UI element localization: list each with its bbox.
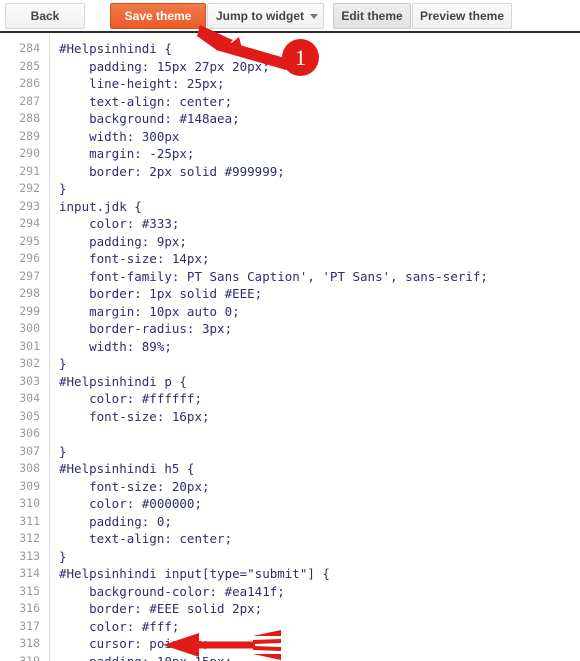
code-line[interactable]: color: #fff;: [51, 618, 580, 636]
line-number: 293: [19, 198, 40, 213]
code-editor[interactable]: 284 285 286 287 288 289 290 291 292 293 294 295 296 2…: [0, 34, 580, 661]
code-line[interactable]: background: #148aea;: [51, 110, 580, 128]
code-line[interactable]: color: #ffffff;: [51, 390, 580, 408]
line-number: 287: [19, 93, 40, 108]
code-line[interactable]: }: [51, 180, 580, 198]
line-number: 294: [19, 216, 40, 230]
code-line[interactable]: padding: 10px 15px;: [51, 653, 580, 661]
code-line[interactable]: margin: -25px;: [51, 145, 580, 163]
line-number: 286: [19, 76, 40, 90]
line-number: 290: [19, 146, 40, 160]
code-line[interactable]: #Helpsinhindi input[type="submit"] {: [51, 565, 580, 583]
code-line[interactable]: cursor: pointer;: [51, 635, 580, 653]
line-number: 299: [19, 303, 40, 318]
line-number: 303: [19, 373, 40, 388]
code-line[interactable]: }: [51, 548, 580, 566]
code-line[interactable]: border: #EEE solid 2px;: [51, 600, 580, 618]
code-line[interactable]: color: #000000;: [51, 495, 580, 513]
preview-theme-tab[interactable]: Preview theme: [412, 3, 512, 29]
line-number: 301: [19, 338, 40, 353]
line-number: 308: [19, 461, 40, 475]
code-line[interactable]: border-radius: 3px;: [51, 320, 580, 338]
back-button[interactable]: Back: [5, 3, 85, 29]
line-number: 318: [19, 636, 40, 650]
edit-theme-label: Edit theme: [341, 9, 403, 23]
code-line[interactable]: line-height: 25px;: [51, 75, 580, 93]
code-line[interactable]: }: [51, 355, 580, 373]
code-line[interactable]: font-size: 20px;: [51, 478, 580, 496]
code-line[interactable]: width: 300px: [51, 128, 580, 146]
code-line[interactable]: #Helpsinhindi {: [51, 40, 580, 58]
line-number: 310: [19, 496, 40, 510]
line-number: 297: [19, 268, 40, 283]
code-line[interactable]: border: 1px solid #EEE;: [51, 285, 580, 303]
line-number: 298: [19, 286, 40, 300]
code-line[interactable]: input.jdk {: [51, 198, 580, 216]
line-number: 295: [19, 233, 40, 248]
chevron-down-icon: [310, 13, 318, 19]
line-number: 285: [19, 58, 40, 73]
code-line[interactable]: font-family: PT Sans Caption', 'PT Sans'…: [51, 268, 580, 286]
line-number: 311: [19, 513, 40, 528]
edit-theme-tab[interactable]: Edit theme: [333, 3, 411, 29]
code-line[interactable]: #Helpsinhindi p {: [51, 373, 580, 391]
line-number: 296: [19, 251, 40, 265]
line-number: 309: [19, 478, 40, 493]
line-number: 313: [19, 548, 40, 563]
code-line[interactable]: padding: 0;: [51, 513, 580, 531]
code-line[interactable]: background-color: #ea141f;: [51, 583, 580, 601]
code-line[interactable]: margin: 10px auto 0;: [51, 303, 580, 321]
line-number: 307: [19, 443, 40, 458]
jump-to-widget-label: Jump to widget: [216, 9, 304, 23]
code-line[interactable]: }: [51, 443, 580, 461]
line-number: 304: [19, 391, 40, 405]
line-number: 306: [19, 426, 40, 440]
code-line[interactable]: font-size: 14px;: [51, 250, 580, 268]
line-number: 302: [19, 356, 40, 370]
line-number: 315: [19, 583, 40, 598]
code-content[interactable]: #Helpsinhindi { padding: 15px 27px 20px;…: [51, 34, 580, 661]
line-number: 316: [19, 601, 40, 615]
save-theme-button[interactable]: Save theme: [110, 3, 206, 29]
editor-toolbar: Back Save theme Jump to widget Edit them…: [0, 0, 580, 33]
code-line[interactable]: color: #333;: [51, 215, 580, 233]
line-number-list: 284 285 286 287 288 289 290 291 292 293 294 295 296 2…: [0, 34, 49, 661]
save-theme-label: Save theme: [124, 9, 192, 23]
line-number: 284: [19, 41, 40, 55]
code-line[interactable]: width: 89%;: [51, 338, 580, 356]
line-number: 305: [19, 408, 40, 423]
jump-to-widget-dropdown[interactable]: Jump to widget: [207, 3, 324, 29]
code-line[interactable]: [51, 425, 580, 443]
back-button-label: Back: [30, 9, 60, 23]
line-number: 292: [19, 181, 40, 195]
line-number: 291: [19, 163, 40, 178]
code-line[interactable]: #Helpsinhindi h5 {: [51, 460, 580, 478]
line-number: 312: [19, 531, 40, 545]
line-number: 314: [19, 566, 40, 580]
code-line[interactable]: text-align: center;: [51, 530, 580, 548]
code-line[interactable]: padding: 9px;: [51, 233, 580, 251]
line-number: 300: [19, 321, 40, 335]
code-line[interactable]: border: 2px solid #999999;: [51, 163, 580, 181]
line-number-gutter: 284 285 286 287 288 289 290 291 292 293 294 295 296 2…: [0, 34, 50, 661]
preview-theme-label: Preview theme: [419, 9, 505, 23]
code-line[interactable]: font-size: 16px;: [51, 408, 580, 426]
code-line[interactable]: padding: 15px 27px 20px;: [51, 58, 580, 76]
code-line[interactable]: text-align: center;: [51, 93, 580, 111]
line-number: 319: [19, 653, 40, 661]
line-number: 288: [19, 111, 40, 125]
line-number: 317: [19, 618, 40, 633]
line-number: 289: [19, 128, 40, 143]
